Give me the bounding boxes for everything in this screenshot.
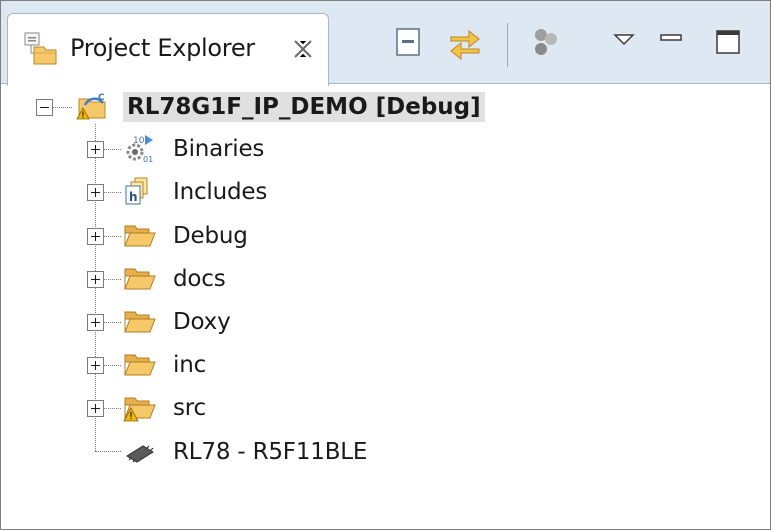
tree-item-inc[interactable]: inc [173,350,206,380]
tab-title: Project Explorer [70,34,255,62]
binaries-icon: 10 01 [123,133,157,164]
expand-toggle[interactable] [87,141,104,158]
svg-text:01: 01 [143,155,153,163]
tree-connector [103,279,121,280]
filter-icon[interactable] [529,25,565,61]
link-with-editor-icon[interactable] [447,25,483,61]
expand-toggle[interactable] [87,400,104,417]
svg-text:h: h [129,190,138,204]
folder-icon [123,263,157,293]
includes-icon: h [123,176,157,206]
project-warning-icon: C [75,91,109,121]
folder-warning-icon [123,392,157,422]
tree-connector [103,149,121,150]
collapse-toggle[interactable] [36,99,53,116]
tree-item-docs[interactable]: docs [173,264,226,294]
svg-text:C: C [98,93,105,103]
project-explorer-view: Project Explorer C RL78G1F_IP_DEMO [Debu… [0,0,771,530]
tree-item-doxy[interactable]: Doxy [173,307,231,337]
tree-connector [95,451,121,452]
tree-item-binaries[interactable]: Binaries [173,134,264,164]
close-icon[interactable] [290,36,316,62]
chip-icon [123,436,157,466]
expand-toggle[interactable] [87,314,104,331]
tab-project-explorer[interactable]: Project Explorer [7,13,329,86]
toolbar-separator [507,23,508,67]
minimize-icon[interactable] [655,25,691,61]
view-menu-icon[interactable] [607,25,643,61]
tree-connector [103,236,121,237]
expand-toggle[interactable] [87,228,104,245]
expand-toggle[interactable] [87,184,104,201]
project-explorer-icon [22,31,58,67]
tree-connector [103,192,121,193]
tree-connector [103,322,121,323]
tree-item-debug[interactable]: Debug [173,221,248,251]
tree-connector [103,408,121,409]
collapse-all-icon[interactable] [391,25,427,61]
folder-icon [123,349,157,379]
folder-icon [123,306,157,336]
tree-item-device[interactable]: RL78 - R5F11BLE [173,437,367,467]
folder-icon [123,220,157,250]
tree-connector [52,107,72,108]
view-toolbar: Project Explorer [1,1,770,86]
expand-toggle[interactable] [87,271,104,288]
expand-toggle[interactable] [87,357,104,374]
tree-connector [103,365,121,366]
project-root-label[interactable]: RL78G1F_IP_DEMO [Debug] [123,92,485,122]
tree-item-src[interactable]: src [173,393,206,423]
tree-item-includes[interactable]: Includes [173,177,267,207]
project-tree[interactable]: C RL78G1F_IP_DEMO [Debug] 10 01 Binaries [1,85,770,529]
maximize-icon[interactable] [711,25,747,61]
